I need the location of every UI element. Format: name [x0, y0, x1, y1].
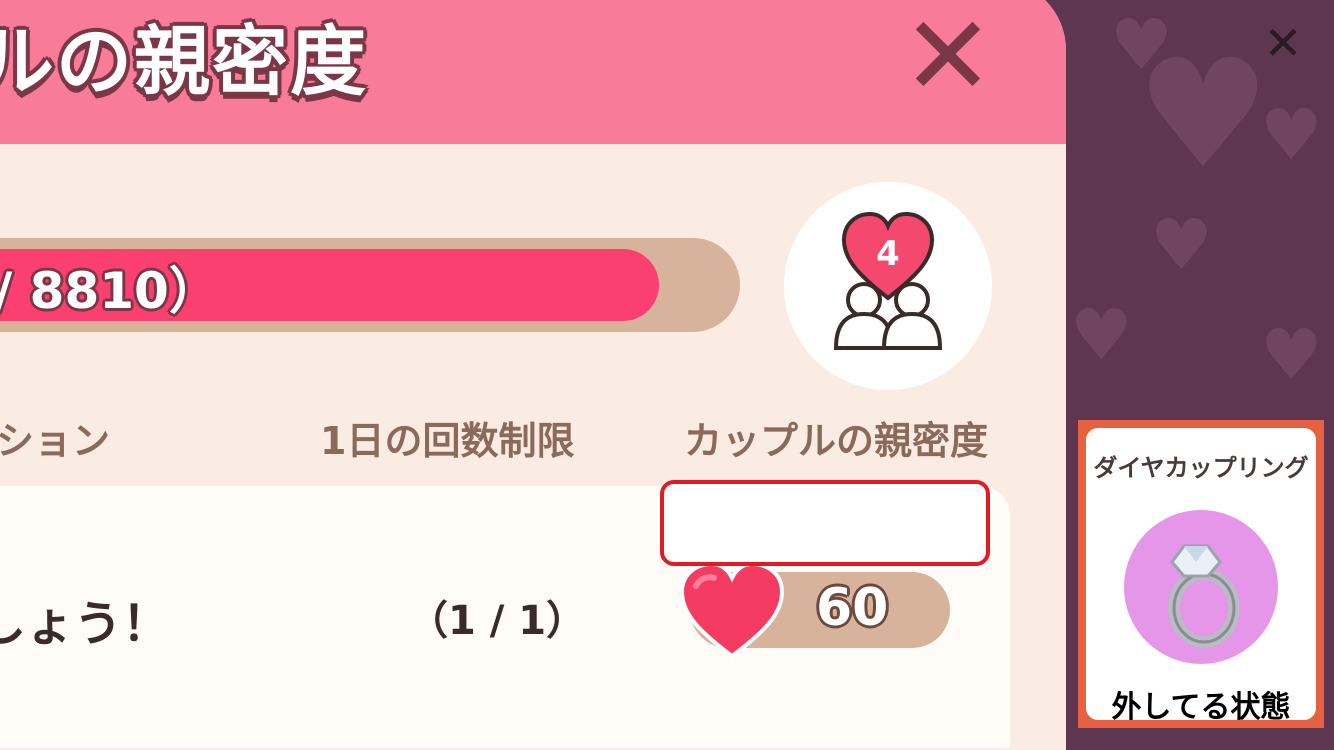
intimacy-level-badge: 4 [784, 182, 992, 390]
outer-close-button[interactable]: ✕ [1258, 18, 1308, 68]
panel-close-button[interactable]: ✕ [898, 1, 998, 111]
couple-icon [833, 282, 943, 350]
row-mission-text: しょう！ [0, 596, 171, 652]
intimacy-progress-text: / 8810） [0, 262, 219, 320]
item-name: ダイヤカップリング [1093, 454, 1309, 482]
item-card-inner: ダイヤカップリング 外してる状態 [1086, 428, 1316, 725]
column-header-daily-limit: 1日の回数制限 [320, 419, 575, 463]
heart-decoration-icon: ♥ [1260, 314, 1323, 396]
panel-title: ルの親密度 [0, 17, 368, 106]
item-card[interactable]: ダイヤカップリング 外してる状態 [1078, 420, 1324, 728]
intimacy-level: 4 [876, 234, 900, 274]
heart-decoration-icon: ♥ [1070, 294, 1133, 376]
close-icon: ✕ [901, 0, 995, 120]
column-header-mission: ション [0, 419, 111, 463]
heart-decoration-icon: ♥ [1150, 204, 1213, 286]
close-icon: ✕ [1263, 16, 1303, 70]
heart-icon [679, 561, 785, 659]
item-status-label: 外してる状態 [1111, 690, 1291, 725]
heart-decoration-icon: ♥ [1260, 94, 1323, 176]
diamond-ring-icon [1168, 544, 1240, 648]
highlight-annotation-box [660, 480, 990, 566]
row-daily-limit: （1 / 1） [408, 598, 587, 644]
reward-value: 60 [816, 578, 889, 638]
column-header-intimacy: カップルの親密度 [684, 419, 989, 463]
heart-decoration-icon: ♥ [1136, 28, 1271, 202]
